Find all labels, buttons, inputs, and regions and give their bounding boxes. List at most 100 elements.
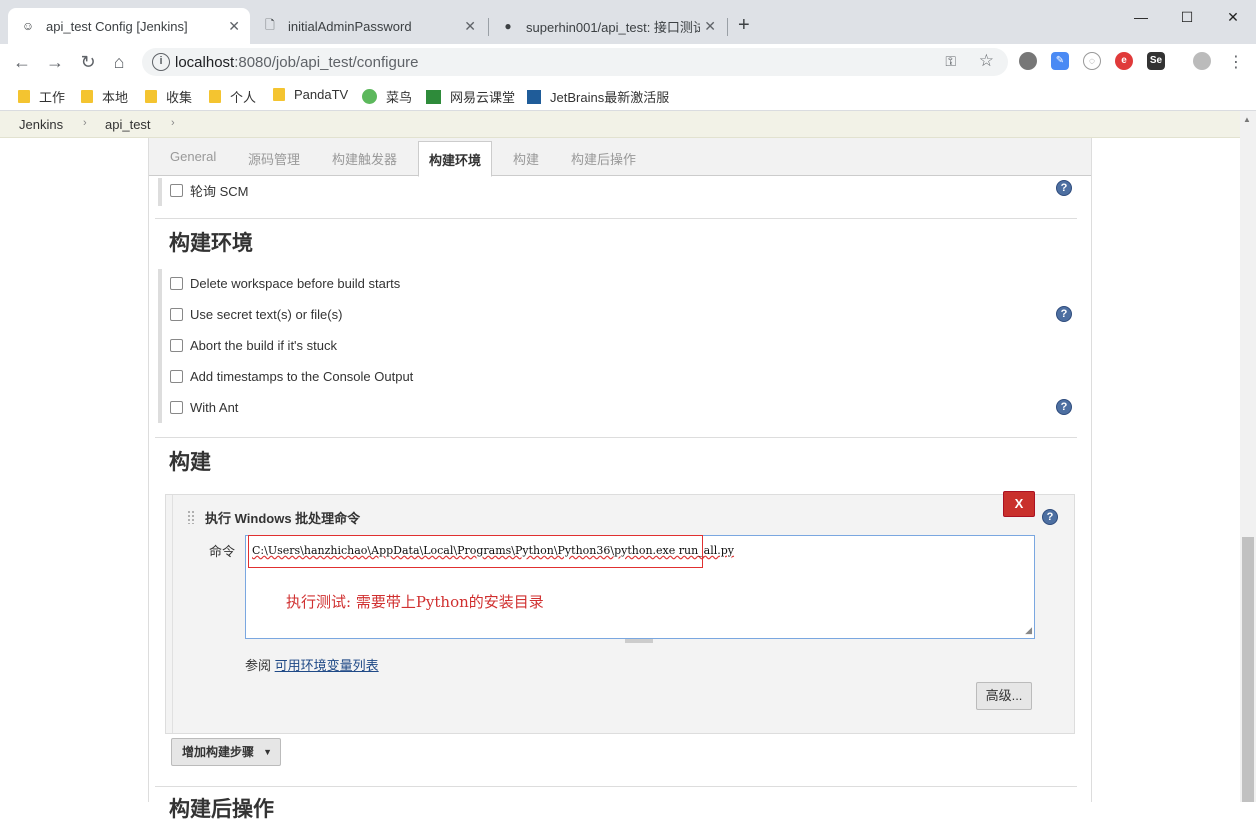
tab-title: superhin001/api_test: 接口测试 <box>526 19 700 35</box>
browser-toolbar: ← → ↻ ⌂ i localhost:8080/job/api_test/co… <box>0 44 1256 80</box>
option-label: With Ant <box>190 400 239 415</box>
page-scrollbar[interactable]: ▲ <box>1240 111 1256 802</box>
folder-icon <box>81 90 93 103</box>
minimize-button[interactable]: — <box>1118 4 1164 30</box>
back-icon[interactable]: ← <box>12 52 32 73</box>
tab-build-environment[interactable]: 构建环境 <box>418 141 493 177</box>
secret-text-checkbox[interactable] <box>170 308 183 321</box>
menu-icon[interactable]: ⋮ <box>1226 52 1246 72</box>
breadcrumb-jenkins[interactable]: Jenkins <box>19 117 63 132</box>
build-heading: 构建 <box>169 451 211 474</box>
bookmark-item[interactable]: 本地 <box>81 87 128 106</box>
bookmark-item[interactable]: PandaTV <box>273 87 348 102</box>
divider <box>155 786 1077 787</box>
address-bar[interactable]: i localhost:8080/job/api_test/configure … <box>142 48 1008 76</box>
help-icon[interactable]: ? <box>1056 180 1072 196</box>
selenium-icon[interactable]: Se <box>1147 52 1165 70</box>
delete-step-button[interactable]: X <box>1003 491 1035 517</box>
abort-stuck-option[interactable]: Abort the build if it's stuck <box>170 338 337 353</box>
help-icon[interactable]: ? <box>1042 509 1058 525</box>
tab-github-repo[interactable]: ● superhin001/api_test: 接口测试 ✕ <box>488 8 726 44</box>
home-icon[interactable]: ⌂ <box>109 52 129 73</box>
command-label: 命令 <box>209 544 236 559</box>
tab-general[interactable]: General <box>170 149 216 164</box>
avatar[interactable] <box>1193 52 1211 70</box>
extension-icon[interactable]: ◌ <box>1083 52 1101 70</box>
jenkins-config-page: General 源码管理 构建触发器 构建环境 构建 构建后操作 轮询 SCM … <box>0 138 1240 821</box>
tab-build[interactable]: 构建 <box>513 149 539 168</box>
option-label: Add timestamps to the Console Output <box>190 369 414 384</box>
breadcrumb-separator: › <box>83 117 87 129</box>
extension-icon[interactable]: e <box>1115 52 1133 70</box>
drag-handle[interactable] <box>187 510 195 524</box>
forward-icon[interactable]: → <box>45 52 65 73</box>
bookmark-item[interactable]: 工作 <box>18 87 65 106</box>
with-ant-checkbox[interactable] <box>170 401 183 414</box>
tab-post-build[interactable]: 构建后操作 <box>571 149 636 168</box>
breadcrumb-api-test[interactable]: api_test <box>105 117 151 132</box>
advanced-button[interactable]: 高级... <box>976 682 1032 710</box>
close-tab-icon[interactable]: ✕ <box>704 18 716 35</box>
env-vars-reference: 参阅 可用环境变量列表 <box>245 658 379 673</box>
folder-icon <box>145 90 157 103</box>
abort-stuck-checkbox[interactable] <box>170 339 183 352</box>
bookmark-item[interactable]: 菜鸟 <box>362 87 412 106</box>
extension-icon[interactable] <box>1019 52 1037 70</box>
star-icon[interactable]: ☆ <box>979 51 994 71</box>
browser-tab-strip: ☺ api_test Config [Jenkins] ✕ 🗋 initialA… <box>0 0 1256 44</box>
help-icon[interactable]: ? <box>1056 399 1072 415</box>
runoob-icon <box>362 89 377 104</box>
github-icon: ● <box>504 19 512 33</box>
timestamps-option[interactable]: Add timestamps to the Console Output <box>170 369 413 384</box>
scrollbar-thumb[interactable] <box>1242 537 1254 802</box>
timestamps-checkbox[interactable] <box>170 370 183 383</box>
bookmark-item[interactable]: JetBrains最新激活服 <box>527 87 669 106</box>
add-build-step-button[interactable]: 增加构建步骤 ▼ <box>171 738 281 766</box>
delete-workspace-checkbox[interactable] <box>170 277 183 290</box>
tab-jenkins-config[interactable]: ☺ api_test Config [Jenkins] ✕ <box>8 8 250 44</box>
extension-icon[interactable]: ✎ <box>1051 52 1069 70</box>
folder-icon <box>18 90 30 103</box>
url-text[interactable]: localhost:8080/job/api_test/configure <box>175 54 419 71</box>
tab-initial-admin-password[interactable]: 🗋 initialAdminPassword ✕ <box>250 8 486 44</box>
tab-title: api_test Config [Jenkins] <box>46 18 188 34</box>
close-tab-icon[interactable]: ✕ <box>464 18 476 35</box>
folder-icon <box>209 90 221 103</box>
option-label: Delete workspace before build starts <box>190 276 401 291</box>
resize-handle-icon[interactable]: ◢ <box>1025 626 1032 636</box>
annotation-text: 执行测试: 需要带上Python的安装目录 <box>286 593 544 611</box>
poll-scm-option[interactable]: 轮询 SCM <box>170 181 249 200</box>
option-label: Abort the build if it's stuck <box>190 338 337 353</box>
tab-build-triggers[interactable]: 构建触发器 <box>332 149 397 168</box>
tab-title: initialAdminPassword <box>288 18 412 34</box>
bookmark-item[interactable]: 收集 <box>145 87 192 106</box>
with-ant-option[interactable]: With Ant <box>170 400 238 415</box>
command-textarea[interactable]: C:\Users\hanzhichao\AppData\Local\Progra… <box>245 535 1035 639</box>
breadcrumb: Jenkins › api_test › <box>0 111 1256 138</box>
highlight-box <box>248 535 703 568</box>
info-icon[interactable]: i <box>152 53 170 71</box>
secret-text-option[interactable]: Use secret text(s) or file(s) <box>170 307 342 322</box>
delete-workspace-option[interactable]: Delete workspace before build starts <box>170 276 400 291</box>
bookmark-item[interactable]: 网易云课堂 <box>426 87 515 106</box>
build-environment-heading: 构建环境 <box>169 232 253 255</box>
tab-scm[interactable]: 源码管理 <box>248 149 300 168</box>
close-tab-icon[interactable]: ✕ <box>228 18 240 35</box>
new-tab-button[interactable]: + <box>738 14 750 37</box>
key-icon[interactable]: ⚿ <box>945 53 956 70</box>
reload-icon[interactable]: ↻ <box>78 52 98 73</box>
help-icon[interactable]: ? <box>1056 306 1072 322</box>
bookmarks-bar: 工作 本地 收集 个人 PandaTV 菜鸟 网易云课堂 JetBrains最新… <box>0 80 1256 111</box>
close-window-button[interactable]: ✕ <box>1210 4 1256 30</box>
section-bar <box>158 269 162 423</box>
option-label: Use secret text(s) or file(s) <box>190 307 343 322</box>
build-step-body: 执行 Windows 批处理命令 X 命令 C:\Users\hanzhicha… <box>172 491 1074 733</box>
chevron-down-icon: ▼ <box>263 747 272 757</box>
scroll-up-icon[interactable]: ▲ <box>1243 115 1251 124</box>
poll-scm-checkbox[interactable] <box>170 184 183 197</box>
divider <box>155 218 1077 219</box>
bookmark-item[interactable]: 个人 <box>209 87 256 106</box>
textarea-expand-handle[interactable] <box>625 639 653 643</box>
maximize-button[interactable]: ☐ <box>1164 4 1210 30</box>
env-vars-link[interactable]: 可用环境变量列表 <box>275 658 379 673</box>
